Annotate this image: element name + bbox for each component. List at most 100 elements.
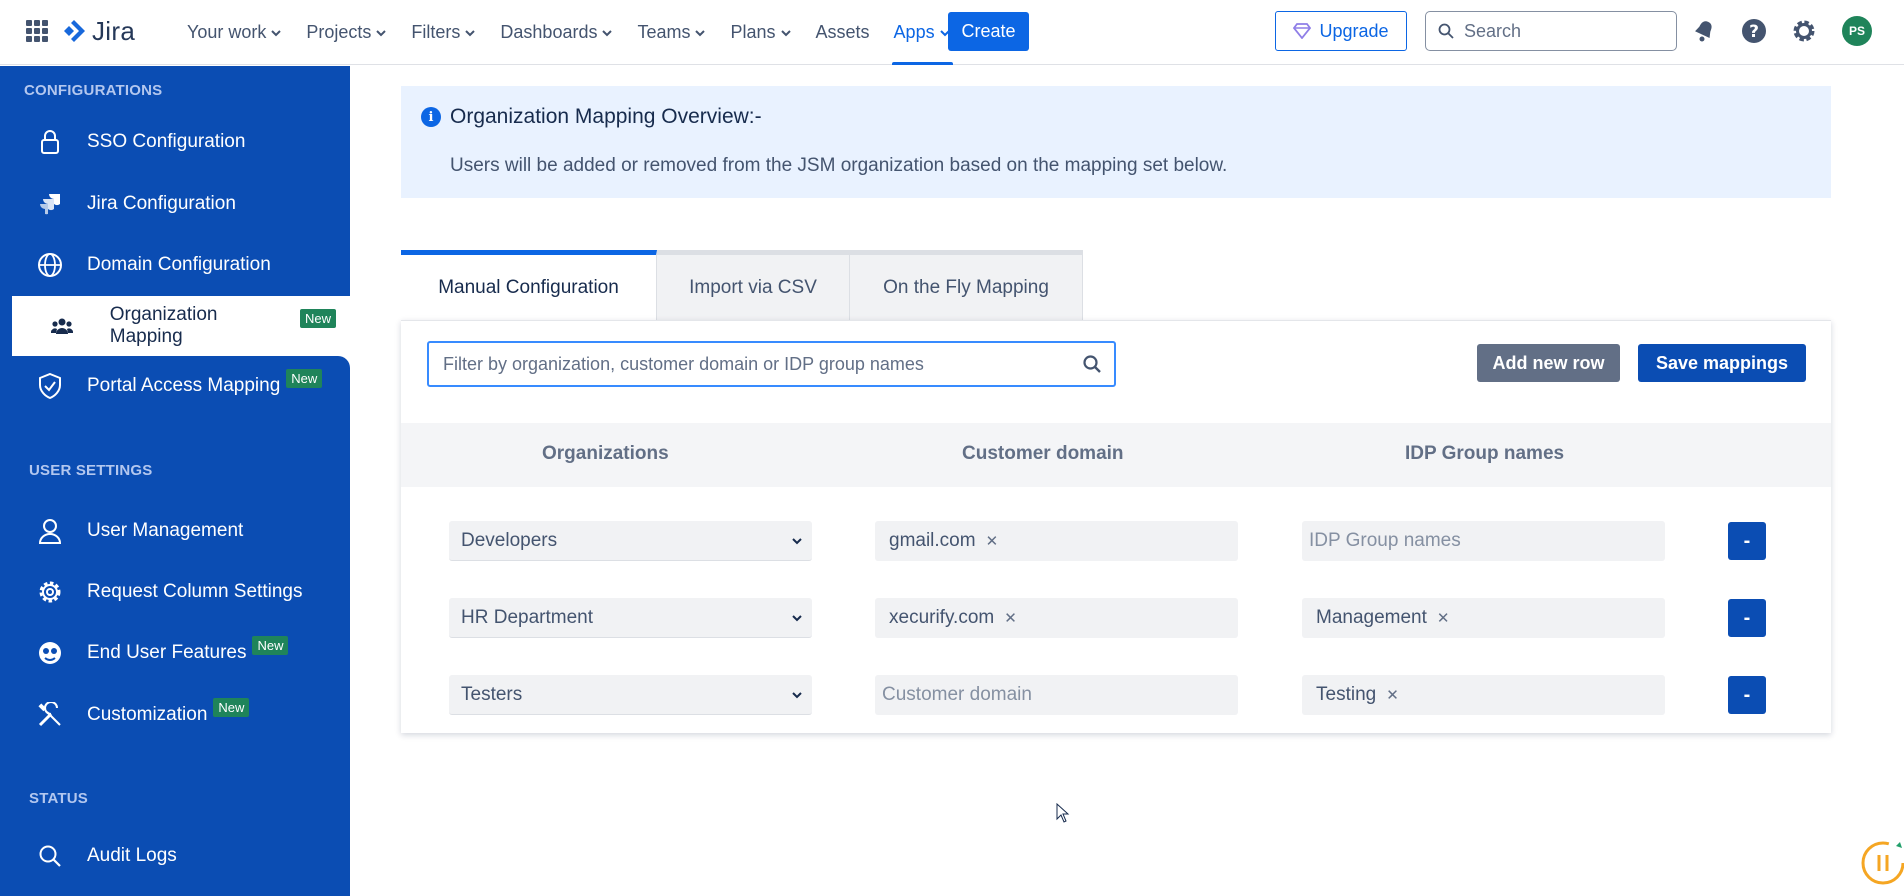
notifications-icon[interactable]	[1689, 16, 1719, 46]
customer-domain-field[interactable]: gmail.com ✕	[875, 521, 1238, 561]
remove-tag-icon[interactable]: ✕	[1386, 686, 1399, 704]
sidebar-item-label: Portal Access Mapping	[87, 375, 281, 396]
mapping-panel: Filter by organization, customer domain …	[401, 320, 1831, 733]
overview-description: Users will be added or removed from the …	[450, 155, 1228, 176]
nav-teams[interactable]: Teams	[625, 0, 718, 65]
add-new-row-button[interactable]: Add new row	[1477, 344, 1620, 382]
lock-icon	[36, 128, 64, 156]
sidebar-item-portal-access-mapping[interactable]: Portal Access Mapping New	[0, 356, 350, 416]
user-avatar[interactable]: PS	[1842, 16, 1872, 46]
idp-group-field[interactable]: IDP Group names	[1302, 521, 1665, 561]
search-input[interactable]: Search	[1425, 11, 1677, 51]
remove-row-button[interactable]: -	[1728, 676, 1766, 714]
app-switcher-icon[interactable]	[26, 20, 48, 42]
svg-text:?: ?	[1749, 22, 1759, 42]
sidebar-item-label: End User Features	[87, 642, 247, 663]
help-icon[interactable]: ?	[1739, 16, 1769, 46]
nav-dashboards[interactable]: Dashboards	[488, 0, 625, 65]
chevron-down-icon	[465, 29, 476, 36]
tab-import-via-csv[interactable]: Import via CSV	[657, 250, 850, 320]
organization-select[interactable]: Developers	[449, 521, 812, 561]
info-icon: i	[421, 107, 441, 127]
sidebar-item-audit-logs[interactable]: Audit Logs	[0, 826, 350, 886]
nav-your-work[interactable]: Your work	[175, 0, 294, 65]
jira-logo-icon	[64, 19, 85, 42]
sidebar-item-label: Domain Configuration	[87, 254, 271, 275]
organization-value: Testers	[461, 683, 523, 705]
chevron-down-icon	[695, 29, 706, 36]
sidebar-item-label: Customization	[87, 704, 208, 725]
sidebar-item-request-column-settings[interactable]: Request Column Settings	[0, 562, 350, 622]
nav-label: Filters	[411, 22, 461, 42]
settings-gear-icon[interactable]	[1789, 16, 1819, 46]
upgrade-label: Upgrade	[1319, 20, 1389, 41]
tab-manual-configuration[interactable]: Manual Configuration	[401, 250, 657, 320]
chevron-down-icon	[780, 29, 791, 36]
sidebar-item-jira-configuration[interactable]: Jira Configuration	[0, 174, 350, 234]
overview-title: Organization Mapping Overview:-	[450, 105, 762, 128]
group-tag-label: Management	[1316, 607, 1427, 628]
chevron-down-icon	[790, 532, 804, 554]
organization-select[interactable]: Testers	[449, 675, 812, 715]
group-tag: Management ✕	[1316, 607, 1449, 629]
customer-domain-field[interactable]: Customer domain	[875, 675, 1238, 715]
idp-group-field[interactable]: Testing ✕	[1302, 675, 1665, 715]
sidebar-item-end-user-features[interactable]: End User Features New	[0, 623, 350, 683]
sidebar-item-organization-mapping[interactable]: Organization Mapping New	[12, 296, 336, 356]
diamond-icon	[1293, 23, 1312, 39]
chevron-down-icon	[376, 29, 387, 36]
nav-filters[interactable]: Filters	[399, 0, 488, 65]
sidebar-item-label: User Management	[87, 520, 244, 541]
people-icon	[48, 312, 76, 340]
upgrade-button[interactable]: Upgrade	[1275, 11, 1407, 51]
nav-label: Projects	[306, 22, 372, 42]
nav-plans[interactable]: Plans	[718, 0, 803, 65]
save-mappings-button[interactable]: Save mappings	[1638, 344, 1806, 382]
sidebar-item-domain-configuration[interactable]: Domain Configuration	[0, 235, 350, 295]
organization-select[interactable]: HR Department	[449, 598, 812, 638]
domain-tag: gmail.com ✕	[889, 530, 998, 552]
remove-row-button[interactable]: -	[1728, 522, 1766, 560]
jira-logo-text: Jira	[92, 16, 136, 46]
jira-icon	[36, 190, 64, 218]
tools-icon	[36, 701, 64, 729]
create-button[interactable]: Create	[948, 12, 1029, 51]
remove-tag-icon[interactable]: ✕	[1004, 609, 1017, 627]
sidebar: CONFIGURATIONS SSO Configuration Jira Co…	[0, 66, 350, 896]
chevron-down-icon	[790, 686, 804, 708]
nav-label: Teams	[637, 22, 691, 42]
search-icon	[1438, 23, 1454, 39]
section-configurations: CONFIGURATIONS	[24, 82, 163, 99]
sidebar-item-customization[interactable]: Customization New	[0, 685, 350, 745]
tab-on-the-fly-mapping[interactable]: On the Fly Mapping	[850, 250, 1083, 320]
remove-row-button[interactable]: -	[1728, 599, 1766, 637]
nav-assets[interactable]: Assets	[804, 0, 882, 65]
section-user-settings: USER SETTINGS	[29, 462, 153, 479]
remove-tag-icon[interactable]: ✕	[1437, 609, 1450, 627]
globe-icon	[36, 251, 64, 279]
domain-placeholder: Customer domain	[882, 684, 1032, 705]
jira-logo[interactable]: Jira	[62, 16, 135, 47]
nav-projects[interactable]: Projects	[294, 0, 399, 65]
table-row: Testers Customer domain Testing ✕ -	[401, 675, 1831, 715]
group-tag: Testing ✕	[1316, 684, 1399, 706]
chevron-down-icon	[790, 609, 804, 631]
filter-input[interactable]: Filter by organization, customer domain …	[427, 341, 1116, 387]
sidebar-item-sso-configuration[interactable]: SSO Configuration	[0, 112, 350, 172]
table-header: Organizations Customer domain IDP Group …	[401, 423, 1831, 487]
new-badge: New	[213, 697, 250, 717]
user-icon	[36, 517, 64, 545]
app-assistant-icon[interactable]	[1858, 838, 1904, 888]
column-header-customer-domain: Customer domain	[962, 443, 1124, 464]
remove-tag-icon[interactable]: ✕	[986, 532, 999, 550]
gear-icon	[36, 578, 64, 606]
organization-value: Developers	[461, 529, 558, 551]
overview-info-panel: i Organization Mapping Overview:- Users …	[401, 86, 1831, 198]
customer-domain-field[interactable]: xecurify.com ✕	[875, 598, 1238, 638]
sidebar-item-user-management[interactable]: User Management	[0, 501, 350, 561]
top-navigation: Jira Your work Projects Filters Dashboards T…	[0, 0, 1904, 65]
mouse-cursor-icon	[1056, 803, 1070, 823]
search-icon	[36, 842, 64, 870]
column-header-idp-group-names: IDP Group names	[1405, 443, 1565, 464]
idp-group-field[interactable]: Management ✕	[1302, 598, 1665, 638]
